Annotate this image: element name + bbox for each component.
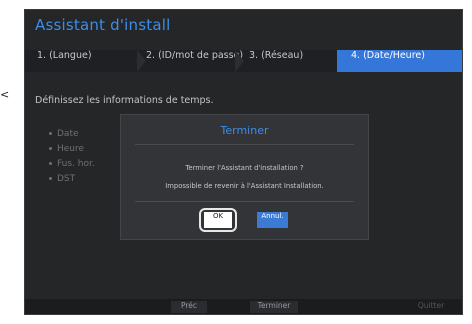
left-marker: < (0, 88, 10, 101)
dialog-divider (135, 201, 354, 202)
finish-button[interactable]: Terminer (250, 301, 298, 313)
setup-wizard-window: Assistant d'install 1. (Langue) 2. (ID/m… (24, 9, 463, 315)
step-language: 1. (Langue) (25, 50, 137, 72)
bullet-icon (49, 162, 52, 165)
step-label: 4. (Date/Heure) (351, 50, 425, 61)
step-id-password: 2. (ID/mot de passe) (146, 50, 244, 72)
wizard-title: Assistant d'install (35, 16, 171, 34)
quit-button[interactable]: Quitter (410, 301, 452, 313)
step-label: 1. (Langue) (37, 50, 92, 61)
confirm-dialog: Terminer Terminer l'Assistant d'installa… (120, 114, 369, 240)
field-label: Heure (57, 143, 85, 154)
step-network: 3. (Réseau) (249, 50, 339, 72)
wizard-steps: 1. (Langue) 2. (ID/mot de passe) 3. (Rés… (25, 50, 462, 72)
step-label: 3. (Réseau) (249, 50, 304, 61)
field-label: Fus. hor. (57, 158, 95, 169)
step-separator-icon (235, 50, 244, 72)
ok-button[interactable]: OK (204, 212, 232, 228)
dialog-message-line1: Terminer l'Assistant d'installation ? (185, 164, 304, 172)
step-label: 2. (ID/mot de passe) (146, 50, 244, 61)
field-time: Heure (49, 141, 95, 156)
dialog-message-line2: Impossible de revenir à l'Assistant Inst… (165, 182, 324, 190)
field-label: Date (57, 128, 79, 139)
step-date-time: 4. (Date/Heure) (337, 50, 462, 72)
bullet-icon (49, 132, 52, 135)
step-separator-icon (137, 50, 146, 72)
field-timezone: Fus. hor. (49, 156, 95, 171)
field-label: DST (57, 173, 76, 184)
field-dst: DST (49, 171, 95, 186)
field-date: Date (49, 126, 95, 141)
dialog-divider (135, 144, 354, 145)
instruction-text: Définissez les informations de temps. (35, 95, 214, 106)
time-fields: Date Heure Fus. hor. DST (49, 126, 95, 186)
dialog-title: Terminer (220, 124, 269, 137)
wizard-footer: Préc Terminer Quitter (25, 299, 462, 314)
bullet-icon (49, 147, 52, 150)
cancel-button[interactable]: Annul. (257, 212, 288, 228)
bullet-icon (49, 177, 52, 180)
previous-button[interactable]: Préc (171, 301, 207, 313)
